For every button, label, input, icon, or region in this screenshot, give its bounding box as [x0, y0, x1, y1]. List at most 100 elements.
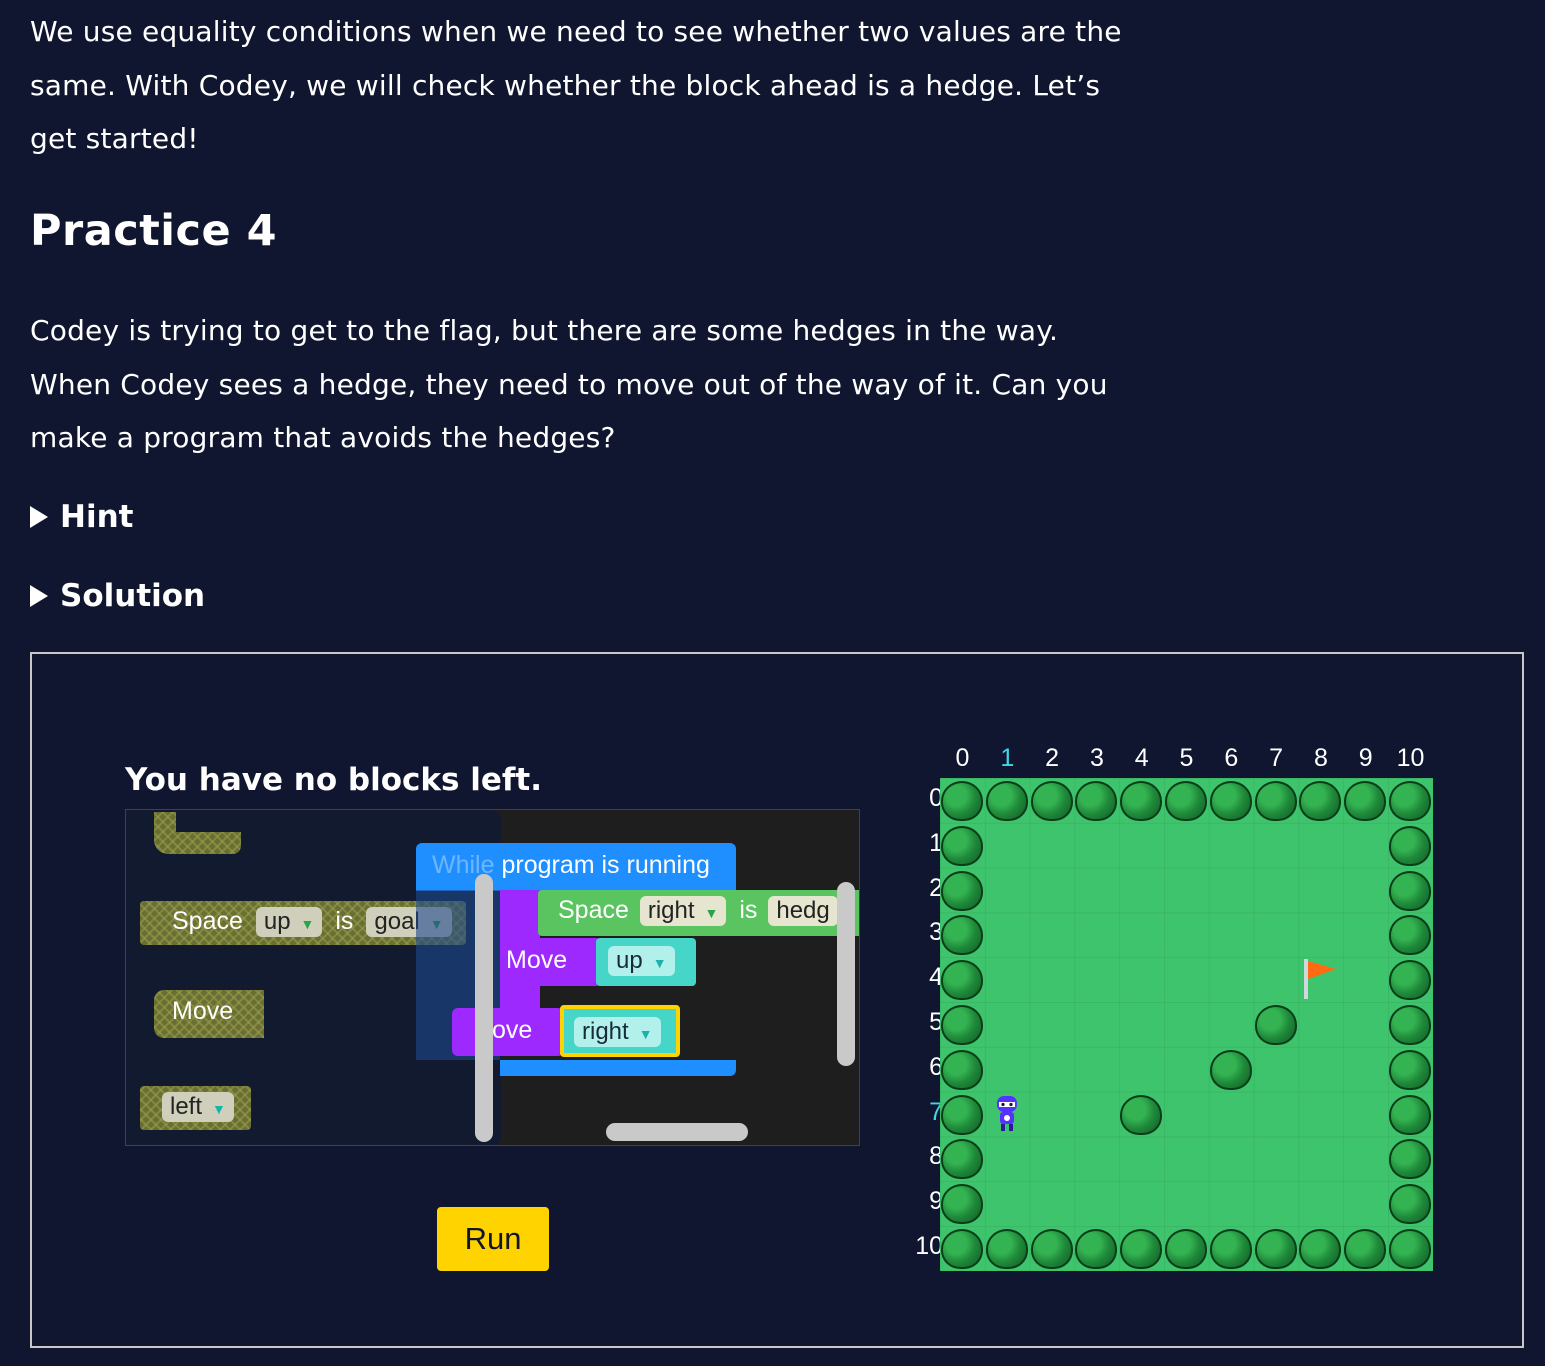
row-label: 3 — [929, 918, 943, 947]
while-block-header[interactable]: While program is running — [416, 843, 736, 891]
column-label: 4 — [1134, 744, 1149, 772]
hedge-icon — [1120, 781, 1163, 821]
move-up-block[interactable]: Move — [500, 938, 600, 986]
hedge-icon — [1075, 1229, 1118, 1269]
column-label: 9 — [1358, 744, 1373, 772]
row-label: 10 — [915, 1232, 943, 1260]
row-label: 7 — [929, 1097, 943, 1126]
dropdown-arrow-icon: ▼ — [704, 905, 719, 922]
solution-toggle[interactable]: Solution — [30, 578, 205, 614]
column-label: 7 — [1269, 744, 1284, 772]
codey-character-icon — [985, 1092, 1029, 1136]
row-label: 6 — [929, 1052, 943, 1081]
move-right-direction-block[interactable]: right ▼ — [560, 1005, 680, 1057]
column-label: 0 — [955, 744, 970, 772]
hedge-icon — [1389, 1229, 1431, 1269]
run-button[interactable]: Run — [437, 1207, 549, 1271]
dropdown-arrow-icon: ▼ — [638, 1026, 653, 1043]
move-up-direction-block[interactable]: up ▼ — [596, 938, 696, 986]
row-label: 9 — [929, 1187, 943, 1216]
toolbox-direction-dropdown[interactable]: left ▼ — [162, 1092, 234, 1123]
hedge-icon — [1209, 1049, 1252, 1090]
workspace-vertical-scrollbar[interactable] — [837, 882, 855, 1066]
toolbox-move-label: Move — [172, 997, 234, 1025]
hedge-icon — [1254, 1005, 1297, 1045]
hedge-icon — [941, 1049, 983, 1090]
hedge-icon — [941, 960, 983, 1001]
intro-paragraph: We use equality conditions when we need … — [30, 15, 1122, 155]
solution-label: Solution — [60, 578, 206, 614]
triangle-right-icon — [30, 585, 48, 607]
toolbox-scrollbar[interactable] — [475, 874, 493, 1142]
hedge-icon — [1165, 781, 1207, 821]
hedge-icon — [1389, 870, 1431, 911]
game-board — [940, 778, 1433, 1271]
condition-is-label: is — [335, 907, 354, 935]
toolbox-direction-block[interactable]: left ▼ — [140, 1086, 251, 1130]
row-label: 1 — [929, 828, 943, 857]
hedge-icon — [1120, 1094, 1163, 1135]
move-up-label: Move — [506, 946, 568, 974]
hedge-icon — [941, 915, 983, 956]
if-target-dropdown[interactable]: hedg — [768, 896, 838, 927]
move-right-block[interactable]: ove — [452, 1008, 564, 1056]
hedge-icon — [1209, 1229, 1252, 1269]
if-direction-dropdown[interactable]: right ▼ — [639, 896, 727, 927]
hedge-icon — [1389, 1139, 1431, 1180]
toolbox-move-block[interactable]: Move — [154, 990, 264, 1038]
hedge-icon — [1389, 1049, 1431, 1090]
condition-direction-dropdown[interactable]: up ▼ — [255, 907, 323, 938]
hedge-icon — [985, 1229, 1028, 1269]
while-label: program is running — [501, 851, 710, 879]
toolbox-statement-block[interactable] — [154, 812, 241, 854]
hedge-icon — [1209, 781, 1252, 821]
hedge-icon — [1299, 781, 1342, 821]
hedge-icon — [1389, 1094, 1431, 1135]
dropdown-arrow-icon: ▼ — [212, 1101, 226, 1118]
hedge-icon — [1030, 781, 1073, 821]
hedge-icon — [1075, 781, 1118, 821]
row-label: 2 — [929, 873, 943, 902]
hedge-icon — [1389, 960, 1431, 1001]
workspace-horizontal-scrollbar[interactable] — [606, 1123, 748, 1141]
if-condition-block[interactable]: Space right ▼ is hedg — [538, 890, 859, 936]
row-label: 5 — [929, 1008, 943, 1036]
hedge-icon — [1344, 781, 1387, 821]
hedge-icon — [1254, 1229, 1297, 1269]
task-paragraph: Codey is trying to get to the flag, but … — [30, 314, 1108, 454]
hedge-icon — [1165, 1229, 1207, 1269]
column-label: 2 — [1045, 744, 1060, 772]
while-block-footer — [500, 1060, 736, 1076]
hedge-icon — [1389, 825, 1431, 866]
column-label: 8 — [1313, 744, 1328, 772]
hedge-icon — [1030, 1229, 1073, 1269]
move-up-direction-dropdown[interactable]: up ▼ — [608, 946, 675, 977]
hedge-icon — [941, 1184, 983, 1225]
hedge-icon — [941, 825, 983, 866]
hedge-icon — [941, 781, 983, 821]
if-space-label: Space — [558, 896, 629, 924]
condition-space-label: Space — [172, 907, 243, 935]
hedge-icon — [1254, 781, 1297, 821]
dropdown-arrow-icon: ▼ — [300, 916, 315, 933]
row-label: 8 — [929, 1142, 943, 1171]
game-grid: 0 1 2 3 4 5 6 7 8 9 10 0 1 2 3 4 5 6 7 8 9 10 — [910, 740, 1450, 1280]
hedge-icon — [1299, 1229, 1342, 1269]
triangle-right-icon — [30, 506, 48, 528]
hedge-icon — [941, 1139, 983, 1180]
hint-toggle[interactable]: Hint — [30, 499, 133, 535]
move-right-direction-dropdown[interactable]: right ▼ — [574, 1017, 661, 1048]
hedge-icon — [985, 781, 1028, 821]
hedge-icon — [941, 1094, 983, 1135]
flag-icon — [1298, 957, 1342, 1001]
hedge-icon — [941, 1229, 983, 1269]
column-label: 3 — [1089, 744, 1104, 772]
hedge-icon — [941, 870, 983, 911]
hint-label: Hint — [60, 499, 134, 535]
hedge-icon — [1389, 781, 1431, 821]
block-workspace[interactable]: Space up▼ is goal▼ Move left▼ While prog… — [125, 809, 860, 1146]
hedge-icon — [1389, 1184, 1431, 1225]
column-label: 10 — [1396, 744, 1425, 772]
hedge-icon — [1389, 1005, 1431, 1045]
column-label: 1 — [1000, 744, 1015, 772]
